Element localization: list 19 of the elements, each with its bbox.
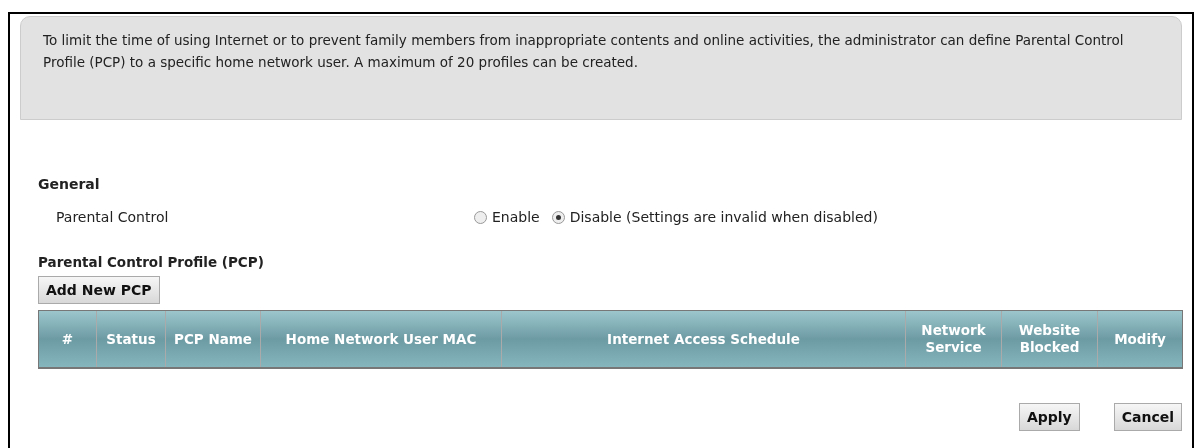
column-header: Status (97, 311, 166, 367)
intro-text: To limit the time of using Internet or to prevent family members from inappropriate contents and online activities, the administrator can define Parental Control Profile (PCP) to a specific home network user. A maximum of 20 profiles can be created. (43, 31, 1125, 72)
radio-label: Disable (Settings are invalid when disabled) (569, 209, 878, 225)
radio-button[interactable] (551, 210, 565, 224)
action-button[interactable]: Apply (1018, 403, 1080, 431)
action-button[interactable]: Cancel (1113, 403, 1182, 431)
column-header: PCP Name (166, 311, 261, 367)
add-button[interactable]: Add New PCP (38, 276, 160, 304)
field-label: Parental Control (56, 209, 170, 225)
radio-button[interactable] (474, 210, 487, 224)
column-header: # (39, 311, 97, 367)
column-header: Home Network User MAC (261, 311, 502, 367)
radio-label: Enable (492, 209, 540, 225)
section-heading: General (38, 176, 101, 192)
column-header: Modify (1113, 329, 1167, 349)
column-header: Network Service (906, 311, 1002, 367)
column-header: Internet Access Schedule (502, 311, 906, 367)
column-header: Website Blocked (1002, 311, 1098, 367)
section-heading: Parental Control Profile (PCP) (38, 254, 265, 270)
